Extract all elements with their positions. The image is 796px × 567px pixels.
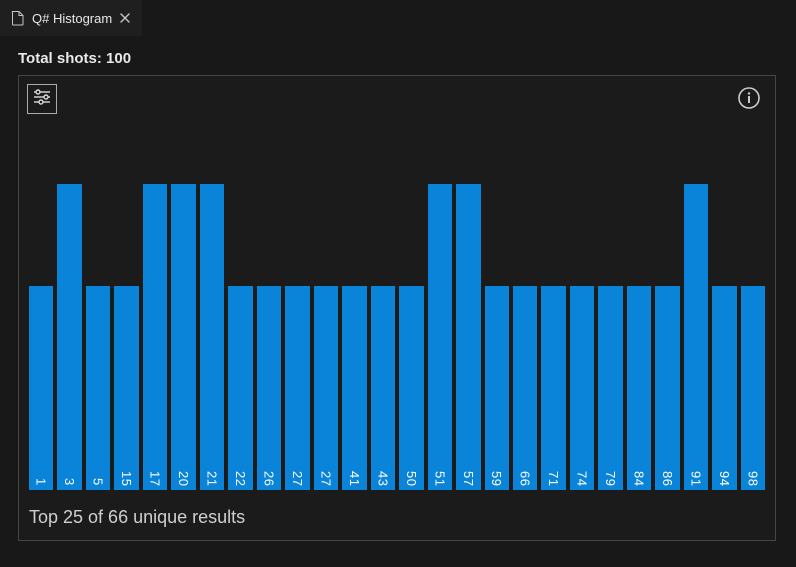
bar[interactable]: 66 xyxy=(513,136,537,490)
bar[interactable]: 17 xyxy=(143,136,167,490)
bar[interactable]: 22 xyxy=(228,136,252,490)
bar-label: 84 xyxy=(632,471,647,486)
bar[interactable]: 1 xyxy=(29,136,53,490)
bar-label: 66 xyxy=(518,471,533,486)
bar[interactable]: 71 xyxy=(541,136,565,490)
bar[interactable]: 59 xyxy=(485,136,509,490)
info-button[interactable] xyxy=(735,86,763,114)
bar[interactable]: 20 xyxy=(171,136,195,490)
bar[interactable]: 91 xyxy=(684,136,708,490)
bar-label: 27 xyxy=(290,471,305,486)
bar[interactable]: 79 xyxy=(598,136,622,490)
bar[interactable]: 21 xyxy=(200,136,224,490)
bar[interactable]: 3 xyxy=(57,136,81,490)
bar-label: 98 xyxy=(745,471,760,486)
bar[interactable]: 27 xyxy=(285,136,309,490)
bar-label: 43 xyxy=(375,471,390,486)
bar[interactable]: 15 xyxy=(114,136,138,490)
bar-label: 15 xyxy=(119,471,134,486)
bar-label: 27 xyxy=(318,471,333,486)
bar[interactable]: 41 xyxy=(342,136,366,490)
bar-label: 57 xyxy=(461,471,476,486)
bar-label: 3 xyxy=(62,478,77,486)
summary-label: Top 25 of 66 unique results xyxy=(29,507,245,528)
settings-button[interactable] xyxy=(27,84,57,114)
bar-label: 74 xyxy=(575,471,590,486)
tab-title: Q# Histogram xyxy=(32,11,112,26)
bar[interactable]: 43 xyxy=(371,136,395,490)
bar-label: 17 xyxy=(148,471,163,486)
bar-label: 26 xyxy=(261,471,276,486)
bar-label: 1 xyxy=(34,478,49,486)
bar[interactable]: 84 xyxy=(627,136,651,490)
content: Total shots: 100 xyxy=(0,36,796,559)
bar-label: 86 xyxy=(660,471,675,486)
total-shots-label: Total shots: 100 xyxy=(18,50,778,67)
close-icon[interactable] xyxy=(118,11,132,25)
bar[interactable]: 86 xyxy=(655,136,679,490)
tab-qsharp-histogram[interactable]: Q# Histogram xyxy=(0,0,142,36)
bar[interactable]: 5 xyxy=(86,136,110,490)
histogram-chart: 1 3 5 15 17 20 21 22 26 27 27 41 43 50 51 57 59 66 71 74 79 8… xyxy=(29,136,765,490)
bar-label: 22 xyxy=(233,471,248,486)
bar[interactable]: 94 xyxy=(712,136,736,490)
file-icon xyxy=(10,10,26,26)
bar-label: 21 xyxy=(205,471,220,486)
bar[interactable]: 27 xyxy=(314,136,338,490)
bar-label: 71 xyxy=(546,471,561,486)
bar-label: 91 xyxy=(689,471,704,486)
tab-bar: Q# Histogram xyxy=(0,0,796,36)
bar[interactable]: 26 xyxy=(257,136,281,490)
sliders-icon xyxy=(32,87,52,112)
bar[interactable]: 50 xyxy=(399,136,423,490)
bar-label: 50 xyxy=(404,471,419,486)
info-icon xyxy=(737,86,761,115)
bar-label: 20 xyxy=(176,471,191,486)
bar-label: 5 xyxy=(91,478,106,486)
bar[interactable]: 51 xyxy=(428,136,452,490)
histogram-panel: 1 3 5 15 17 20 21 22 26 27 27 41 43 50 51 57 59 66 71 74 79 8… xyxy=(18,75,776,541)
bar[interactable]: 98 xyxy=(741,136,765,490)
bar[interactable]: 57 xyxy=(456,136,480,490)
bar-label: 51 xyxy=(432,471,447,486)
bar-label: 41 xyxy=(347,471,362,486)
bar-label: 94 xyxy=(717,471,732,486)
bar-label: 59 xyxy=(489,471,504,486)
bar-label: 79 xyxy=(603,471,618,486)
bar[interactable]: 74 xyxy=(570,136,594,490)
